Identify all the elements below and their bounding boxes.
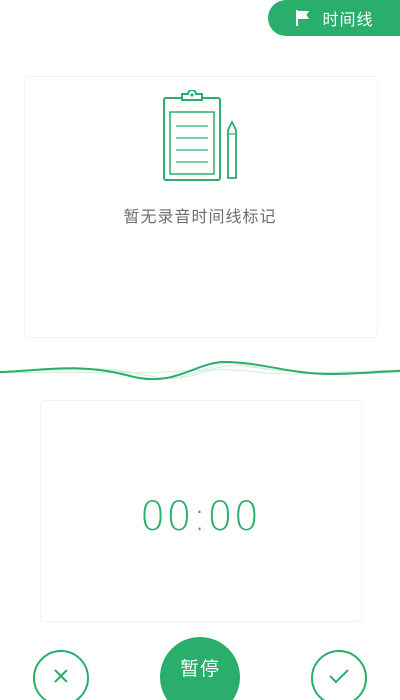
- recorder-screen: 时间线 暂无录音时间线标记 00:00 暂停: [0, 0, 400, 700]
- empty-state-message: 暂无录音时间线标记: [123, 207, 277, 226]
- confirm-button[interactable]: [311, 650, 367, 700]
- waveform: [0, 360, 400, 381]
- recording-timer: 00:00: [139, 494, 261, 540]
- cancel-button[interactable]: [33, 650, 89, 700]
- pause-button-label: 暂停: [179, 657, 220, 680]
- flag-icon: [294, 9, 312, 27]
- timeline-button-label: 时间线: [322, 10, 374, 29]
- check-icon: [327, 666, 351, 690]
- pause-button[interactable]: 暂停: [160, 637, 240, 700]
- close-icon: [51, 666, 71, 690]
- clipboard-pencil-icon: [160, 89, 242, 182]
- timeline-button[interactable]: 时间线: [268, 0, 400, 36]
